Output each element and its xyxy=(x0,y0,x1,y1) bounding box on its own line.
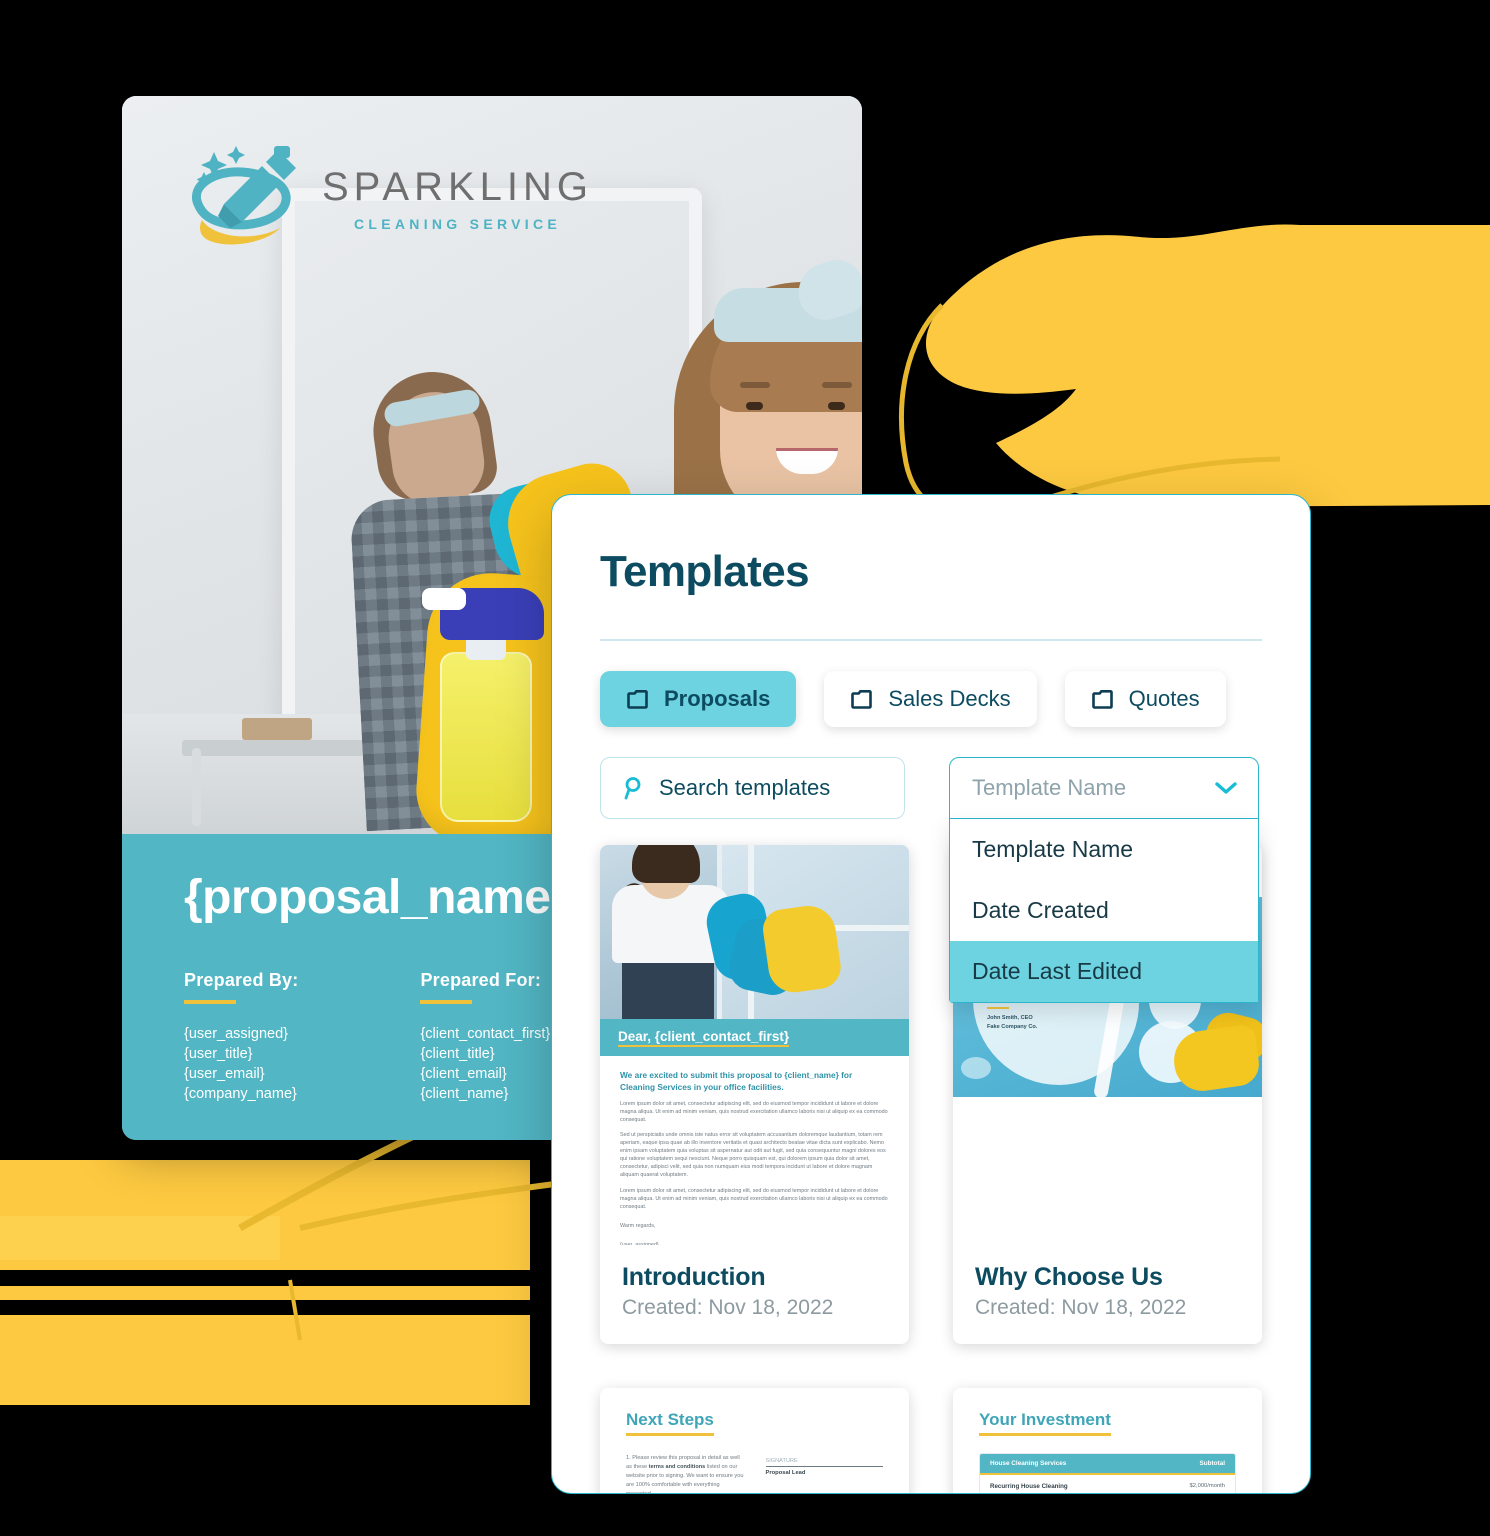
template-category-tabs: Proposals Sales Decks Quotes xyxy=(600,670,1262,727)
template-meta: Why Choose Us Created: Nov 18, 2022 xyxy=(953,1245,1262,1344)
template-created-date: Created: Nov 18, 2022 xyxy=(622,1295,834,1319)
signature-line: {user_assigned} xyxy=(620,1242,659,1244)
template-card-introduction[interactable]: Dear, {client_contact_first} We are exci… xyxy=(600,844,909,1344)
search-placeholder: Search templates xyxy=(659,774,831,800)
search-input[interactable]: Search templates xyxy=(600,756,905,819)
prepared-by-line: {user_assigned} xyxy=(184,1026,288,1042)
template-meta: Introduction Created: Nov 18, 2022 xyxy=(600,1245,909,1344)
template-preview: Your Investment House Cleaning Services … xyxy=(953,1387,1262,1494)
filters-row: Search templates Template Name Template … xyxy=(600,756,1262,1003)
table-column-subtotal: Subtotal xyxy=(1199,1459,1225,1467)
templates-panel: Templates Proposals Sales Decks Quotes S… xyxy=(551,494,1311,1494)
row-description: Lorem ipsum dolor sit amet, consectetur … xyxy=(990,1492,1180,1494)
preview-closing: Warm regards, xyxy=(620,1222,656,1229)
quote-attribution-company: Fake Company Co. xyxy=(987,1023,1038,1030)
spray-bottle-body xyxy=(440,652,532,822)
preview-paragraph: Lorem ipsum dolor sit amet, consectetur … xyxy=(620,1100,888,1123)
spray-bottle-nozzle xyxy=(422,588,466,610)
logo-company-name: SPARKLING xyxy=(322,164,593,209)
table-column-service: House Cleaning Services xyxy=(990,1459,1067,1467)
yellow-bars-decoration xyxy=(0,1160,530,1405)
yellow-blob-decoration xyxy=(899,224,1490,515)
tab-quotes[interactable]: Quotes xyxy=(1064,670,1226,727)
tab-sales-decks[interactable]: Sales Decks xyxy=(824,670,1037,727)
template-name: Why Choose Us xyxy=(975,1262,1163,1291)
signature-label: SIGNATURE xyxy=(765,1458,883,1467)
company-logo: SPARKLING CLEANING SERVICE xyxy=(184,142,593,254)
sort-option-date-created[interactable]: Date Created xyxy=(950,880,1258,941)
tab-label: Sales Decks xyxy=(888,685,1011,711)
prepared-by-line: {user_email} xyxy=(184,1066,265,1082)
preview-body: Next Steps 1. Please review this proposa… xyxy=(600,1388,909,1494)
eyebrow xyxy=(822,382,852,388)
quote-divider xyxy=(987,1007,1009,1010)
tab-proposals[interactable]: Proposals xyxy=(600,670,797,727)
preview-paragraph: Sed ut perspiciatis unde omnis iste natu… xyxy=(620,1131,886,1179)
row-price: $2,000/month xyxy=(1189,1482,1225,1489)
prepared-by-line: {company_name} xyxy=(184,1086,297,1102)
foam xyxy=(961,1056,991,1079)
table-row: Recurring House Cleaning Lorem ipsum dol… xyxy=(980,1475,1235,1494)
preview-banner-text: Dear, {client_contact_first} xyxy=(618,1029,790,1047)
preview-lead: We are excited to submit this proposal t… xyxy=(620,1069,853,1092)
logo-tagline: CLEANING SERVICE xyxy=(353,215,561,232)
prepared-by-block: Prepared By: {user_assigned} {user_title… xyxy=(184,970,298,1104)
prepared-by-line: {user_title} xyxy=(184,1046,253,1062)
tab-label: Quotes xyxy=(1128,685,1200,711)
preview-signature: {user_assigned} {user_title} {company_na… xyxy=(620,1241,889,1244)
book xyxy=(242,718,312,740)
search-icon xyxy=(624,776,641,799)
signature-role: Proposal Lead xyxy=(765,1469,806,1476)
heading-underline xyxy=(184,1000,236,1004)
table-leg xyxy=(192,748,201,826)
preview-body: We are excited to submit this proposal t… xyxy=(600,1056,909,1245)
table xyxy=(182,740,382,756)
preview-paragraph: Lorem ipsum dolor sit amet, consectetur … xyxy=(620,1187,888,1210)
preview-heading: Your Investment xyxy=(979,1410,1111,1436)
sort-dropdown-menu: Template Name Date Created Date Last Edi… xyxy=(949,818,1259,1003)
sort-option-template-name[interactable]: Template Name xyxy=(950,819,1258,880)
preview-steps-list: 1. Please review this proposal in detail… xyxy=(626,1454,744,1494)
table-header: House Cleaning Services Subtotal xyxy=(980,1453,1235,1475)
template-preview: Next Steps 1. Please review this proposa… xyxy=(600,1387,909,1494)
preview-heading: Next Steps xyxy=(626,1410,714,1436)
sort-dropdown-trigger[interactable]: Template Name xyxy=(949,756,1259,819)
step-1b: terms and conditions xyxy=(648,1463,706,1470)
quote-attribution-name: John Smith, CEO xyxy=(987,1015,1033,1022)
heading-underline xyxy=(420,1000,473,1004)
pricing-table: House Cleaning Services Subtotal Recurri… xyxy=(979,1452,1236,1494)
preview-signature-block: SIGNATURE Proposal Lead {user_assigned} xyxy=(765,1454,883,1494)
eyebrow xyxy=(740,382,770,388)
template-card-your-investment[interactable]: Your Investment House Cleaning Services … xyxy=(953,1387,1262,1494)
prepared-by-heading: Prepared By: xyxy=(184,970,299,990)
sparkling-brush-logo-icon xyxy=(192,146,296,245)
preview-body: Your Investment House Cleaning Services … xyxy=(953,1388,1262,1494)
folder-icon xyxy=(627,689,648,709)
template-preview: Dear, {client_contact_first} We are exci… xyxy=(600,844,909,1245)
sort-selected-value: Template Name xyxy=(972,774,1127,800)
sort-option-date-last-edited[interactable]: Date Last Edited xyxy=(950,940,1258,1002)
template-card-next-steps[interactable]: Next Steps 1. Please review this proposa… xyxy=(600,1387,909,1494)
preview-banner: Dear, {client_contact_first} xyxy=(600,1018,909,1056)
row-title: Recurring House Cleaning xyxy=(990,1482,1068,1490)
eye xyxy=(828,402,845,410)
hair xyxy=(632,844,700,883)
template-name: Introduction xyxy=(622,1262,766,1291)
title-divider xyxy=(600,639,1262,641)
tab-label: Proposals xyxy=(664,685,771,711)
eye xyxy=(746,402,763,410)
template-created-date: Created: Nov 18, 2022 xyxy=(975,1295,1187,1319)
chevron-down-icon xyxy=(1215,781,1237,794)
preview-photo xyxy=(600,844,909,1019)
folder-icon xyxy=(851,689,873,709)
folder-icon xyxy=(1091,689,1113,709)
page-title: Templates xyxy=(600,547,810,596)
sort-dropdown: Template Name Template Name Date Created… xyxy=(949,756,1259,1003)
